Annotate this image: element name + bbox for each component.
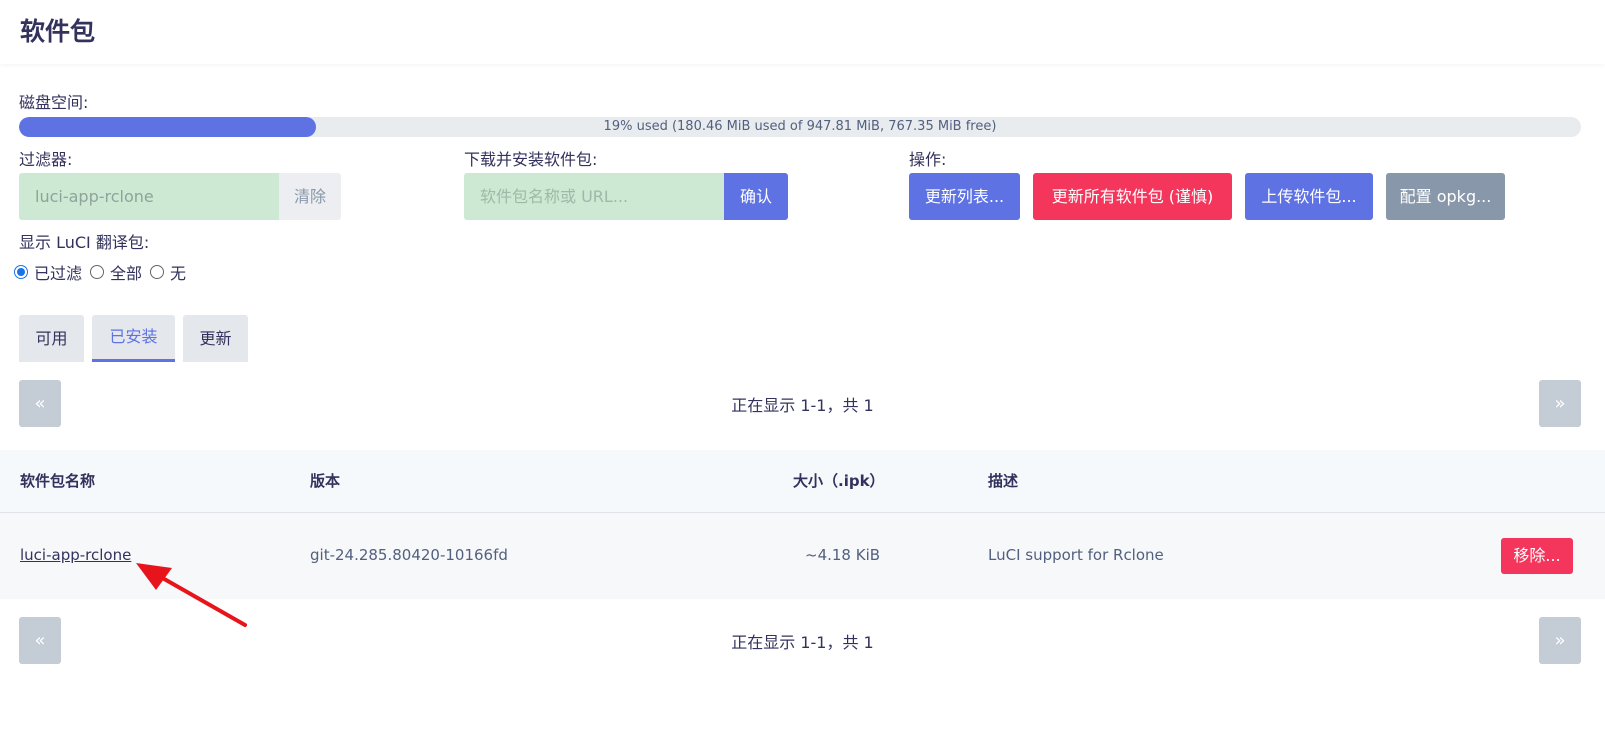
remove-package-button[interactable]: 移除... bbox=[1501, 538, 1573, 574]
actions-label: 操作: bbox=[909, 150, 947, 169]
disk-usage-text: 19% used (180.46 MiB used of 947.81 MiB,… bbox=[603, 119, 997, 134]
radio-all-label: 全部 bbox=[110, 264, 143, 283]
table-header: 软件包名称 版本 大小（.ipk） 描述 bbox=[0, 450, 1605, 513]
translations-radio-group: 已过滤 全部 无 bbox=[14, 260, 194, 284]
translations-label: 显示 LuCI 翻译包: bbox=[19, 233, 150, 252]
radio-all[interactable] bbox=[90, 265, 105, 279]
download-install-label: 下载并安装软件包: bbox=[464, 150, 598, 169]
annotation-arrow-icon bbox=[136, 563, 247, 627]
page-title: 软件包 bbox=[20, 17, 96, 46]
package-url-input[interactable] bbox=[464, 173, 724, 220]
column-header-description: 描述 bbox=[988, 472, 1019, 490]
pager-status-bottom: 正在显示 1-1，共 1 bbox=[731, 633, 874, 652]
filter-input[interactable] bbox=[19, 173, 279, 220]
column-header-size: 大小（.ipk） bbox=[793, 472, 885, 490]
radio-none[interactable] bbox=[150, 265, 165, 279]
radio-none-label: 无 bbox=[170, 264, 187, 283]
disk-usage-bar: 19% used (180.46 MiB used of 947.81 MiB,… bbox=[19, 117, 1581, 137]
tab-installed[interactable]: 已安装 bbox=[92, 315, 175, 362]
column-header-name: 软件包名称 bbox=[20, 472, 96, 490]
tab-available[interactable]: 可用 bbox=[19, 315, 84, 362]
filter-group: 清除 bbox=[19, 173, 341, 220]
radio-filtered-label: 已过滤 bbox=[34, 264, 83, 283]
page-header: 软件包 bbox=[0, 0, 1605, 64]
configure-opkg-button[interactable]: 配置 opkg... bbox=[1386, 173, 1505, 220]
tab-updates[interactable]: 更新 bbox=[183, 315, 248, 362]
disk-space-label: 磁盘空间: bbox=[19, 93, 89, 112]
package-name-link[interactable]: luci-app-rclone bbox=[20, 546, 131, 564]
next-page-button[interactable]: » bbox=[1539, 380, 1581, 427]
filter-label: 过滤器: bbox=[19, 150, 73, 169]
confirm-install-button[interactable]: 确认 bbox=[724, 173, 788, 220]
column-header-version: 版本 bbox=[310, 472, 341, 490]
update-lists-button[interactable]: 更新列表... bbox=[909, 173, 1020, 220]
next-page-button-bottom[interactable]: » bbox=[1539, 617, 1581, 664]
package-description: LuCI support for Rclone bbox=[988, 546, 1164, 564]
package-version: git-24.285.80420-10166fd bbox=[310, 546, 508, 564]
package-size: ~4.18 KiB bbox=[805, 546, 881, 564]
radio-filtered[interactable] bbox=[14, 265, 28, 279]
download-group: 确认 bbox=[464, 173, 788, 220]
upload-package-button[interactable]: 上传软件包... bbox=[1245, 173, 1373, 220]
clear-filter-button[interactable]: 清除 bbox=[279, 173, 341, 220]
pager-status: 正在显示 1-1，共 1 bbox=[731, 396, 874, 415]
upgrade-all-button[interactable]: 更新所有软件包 (谨慎) bbox=[1033, 173, 1232, 220]
